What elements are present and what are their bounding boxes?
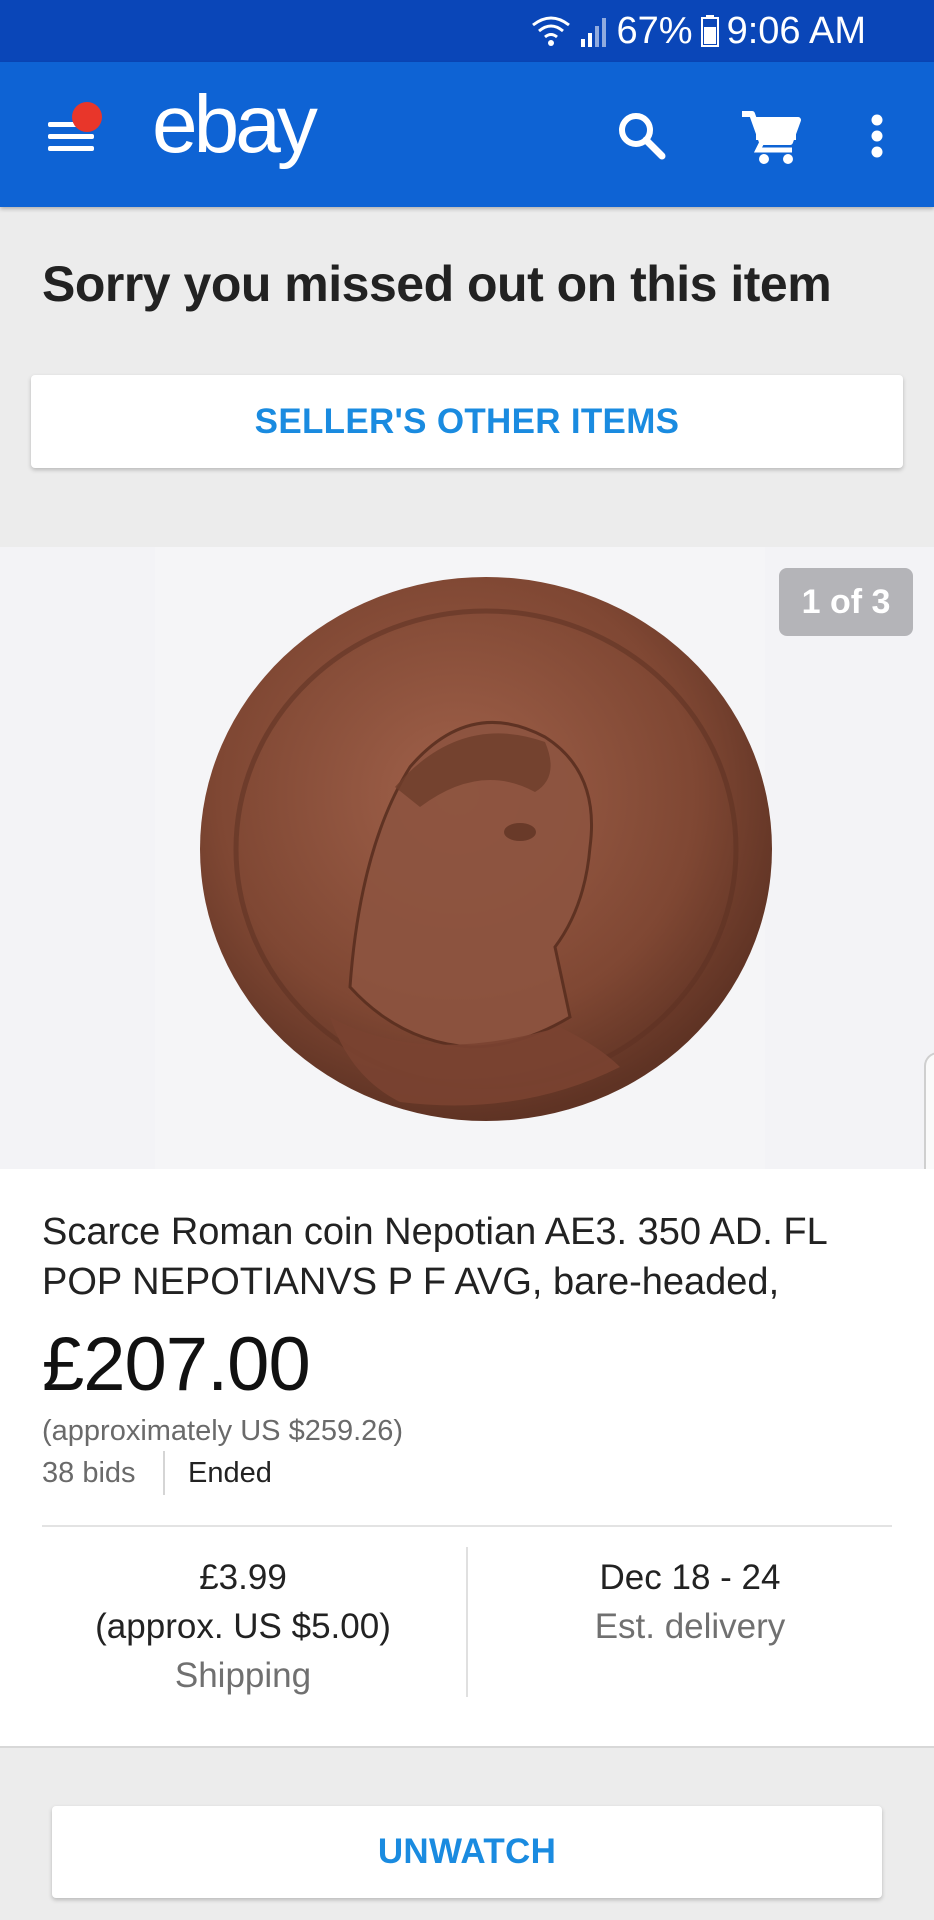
item-price: £207.00: [42, 1322, 311, 1407]
unwatch-button[interactable]: UNWATCH: [52, 1806, 882, 1898]
delivery-info: Dec 18 - 24 Est. delivery: [480, 1553, 900, 1651]
overflow-menu-button[interactable]: [862, 108, 892, 168]
signal-icon: [579, 15, 609, 47]
divider: [0, 1746, 934, 1748]
battery-percent: 67%: [616, 9, 693, 52]
divider: [42, 1525, 892, 1527]
sellers-other-items-button[interactable]: SELLER'S OTHER ITEMS: [31, 375, 903, 468]
cart-icon: [738, 111, 804, 170]
approx-price: (approximately US $259.26): [42, 1415, 404, 1447]
item-title: Scarce Roman coin Nepotian AE3. 350 AD. …: [42, 1211, 827, 1303]
ebay-logo[interactable]: ebay: [152, 84, 318, 166]
shipping-info: £3.99 (approx. US $5.00) Shipping: [33, 1553, 453, 1700]
delivery-label: Est. delivery: [594, 1607, 786, 1646]
battery-icon: [700, 15, 719, 47]
clock: 9:06 AM: [726, 9, 866, 52]
item-details: Scarce Roman coin Nepotian AE3. 350 AD. …: [0, 1169, 934, 1746]
status-bar: 67% 9:06 AM: [0, 0, 934, 62]
search-button[interactable]: [612, 106, 672, 166]
missed-item-heading: Sorry you missed out on this item: [42, 256, 832, 312]
cart-button[interactable]: [738, 106, 804, 166]
wifi-icon: [531, 15, 571, 47]
listing-status: Ended: [188, 1457, 272, 1489]
shipping-label: Shipping: [174, 1656, 312, 1695]
status-indicators: 67% 9:06 AM: [531, 10, 866, 52]
shipping-cost: £3.99: [199, 1558, 287, 1597]
divider: [163, 1451, 165, 1495]
item-image[interactable]: [0, 547, 934, 1169]
coin-image: [155, 547, 772, 1169]
more-vert-icon: [862, 114, 892, 172]
notification-dot: [72, 102, 102, 132]
divider: [466, 1547, 468, 1697]
search-icon: [612, 113, 672, 170]
shipping-approx: (approx. US $5.00): [95, 1607, 391, 1646]
delivery-dates: Dec 18 - 24: [599, 1558, 781, 1597]
image-counter: 1 of 3: [779, 568, 913, 636]
bid-count[interactable]: 38 bids: [42, 1457, 136, 1490]
